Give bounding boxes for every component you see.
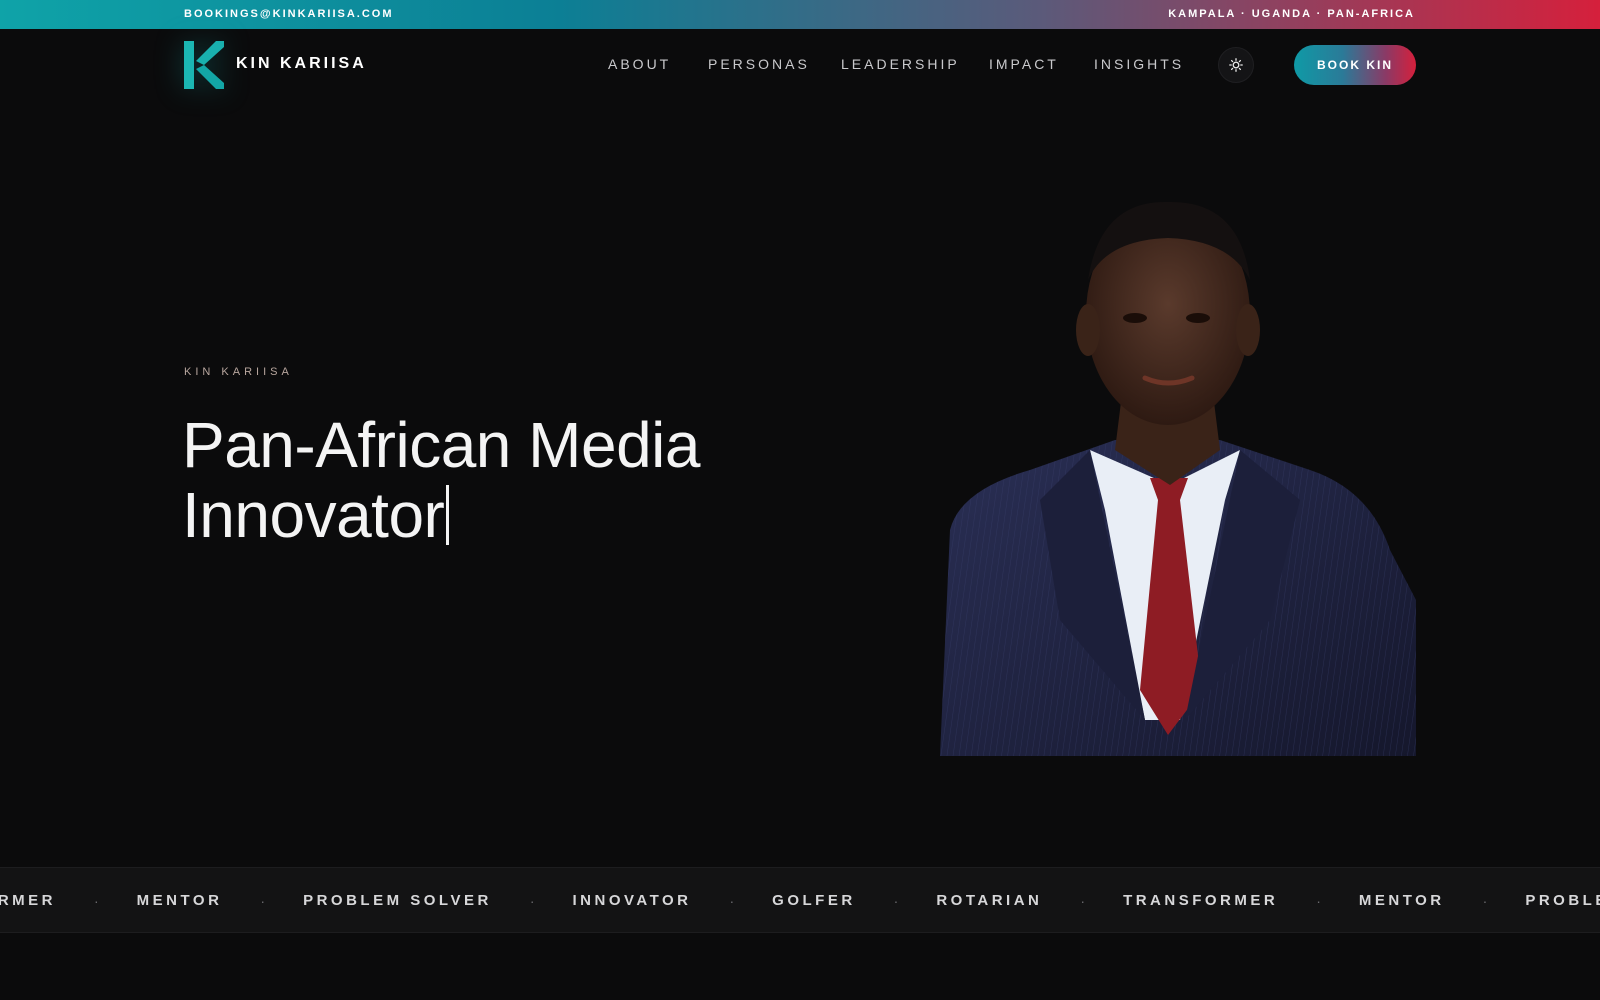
top-contact-bar: BOOKINGS@KINKARIISA.COM KAMPALA · UGANDA… xyxy=(0,0,1600,29)
nav-about[interactable]: ABOUT xyxy=(608,56,671,72)
marquee-separator: · xyxy=(260,892,266,909)
marquee-separator: · xyxy=(1316,892,1321,909)
marquee-item: TRANSFORMER xyxy=(1123,892,1279,909)
nav-insights[interactable]: INSIGHTS xyxy=(1094,56,1184,72)
marquee-item: PROBLEM SOLVER xyxy=(303,892,492,909)
marquee-separator: · xyxy=(529,892,535,909)
marquee-item: GOLFER xyxy=(772,892,856,909)
nav-leadership[interactable]: LEADERSHIP xyxy=(841,56,960,72)
nav-personas[interactable]: PERSONAS xyxy=(708,56,810,72)
marquee-item: MENTOR xyxy=(136,892,223,909)
location-label: KAMPALA · UGANDA · PAN-AFRICA xyxy=(1168,8,1415,20)
sun-icon xyxy=(1229,58,1243,72)
theme-toggle-button[interactable] xyxy=(1218,47,1254,83)
personas-marquee: FORMER · MENTOR · PROBLEM SOLVER · INNOV… xyxy=(0,867,1600,933)
headline-line-2-text: Innovator xyxy=(182,479,445,551)
headline-line-2: Innovator xyxy=(182,480,822,550)
marquee-item: PROBLEM SOLVER xyxy=(1525,892,1600,909)
marquee-item: ROTARIAN xyxy=(936,892,1043,909)
marquee-separator: · xyxy=(893,892,899,909)
hero-headline: Pan-African Media Innovator xyxy=(182,410,822,550)
book-kin-button[interactable]: BOOK KIN xyxy=(1294,45,1416,85)
headline-line-1: Pan-African Media xyxy=(182,409,700,481)
portrait-image xyxy=(940,201,1416,756)
marquee-track: FORMER · MENTOR · PROBLEM SOLVER · INNOV… xyxy=(0,892,1600,909)
marquee-separator: · xyxy=(1482,892,1488,909)
marquee-item: MENTOR xyxy=(1358,892,1445,909)
hero-eyebrow: KIN KARIISA xyxy=(184,366,293,378)
marquee-separator: · xyxy=(1080,892,1086,909)
marquee-item: FORMER xyxy=(0,892,56,909)
typing-cursor xyxy=(446,485,450,545)
bookings-email-link[interactable]: BOOKINGS@KINKARIISA.COM xyxy=(184,8,394,20)
marquee-separator: · xyxy=(94,892,99,909)
marquee-separator: · xyxy=(729,892,735,909)
marquee-item: INNOVATOR xyxy=(572,892,692,909)
nav-impact[interactable]: IMPACT xyxy=(989,56,1059,72)
